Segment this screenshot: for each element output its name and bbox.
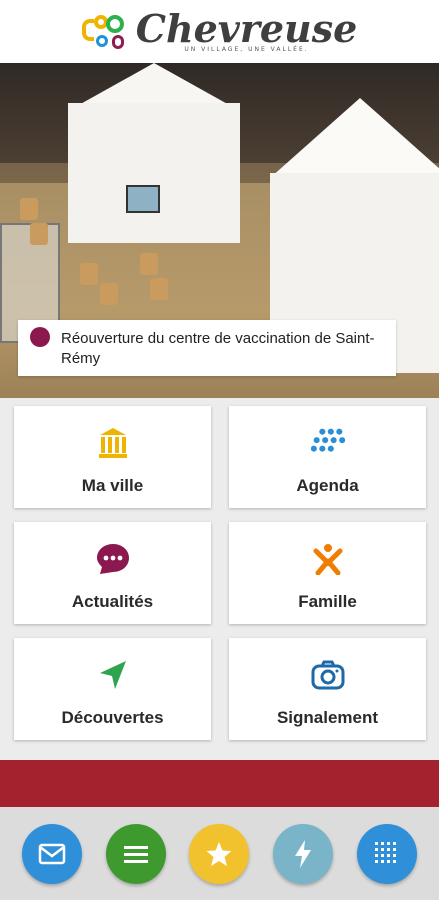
person-icon: [311, 542, 345, 576]
nav-menu-button[interactable]: [105, 823, 166, 884]
tile-ma-ville[interactable]: Ma ville: [14, 406, 211, 508]
caption-text: Réouverture du centre de vaccination de …: [61, 330, 375, 367]
chat-bubble-icon: [96, 542, 130, 576]
tile-decouvertes[interactable]: Découvertes: [14, 638, 211, 740]
tile-label: Agenda: [296, 476, 359, 495]
nav-alerts-button[interactable]: [273, 823, 334, 884]
caption-bullet: [30, 327, 50, 347]
logo-icon: [81, 9, 128, 55]
nav-apps-button[interactable]: [357, 823, 418, 884]
app-header: Chevreuse UN VILLAGE, UNE VALLÉE.: [0, 0, 439, 63]
brand-tagline: UN VILLAGE, UNE VALLÉE.: [184, 46, 309, 53]
bottom-nav: [0, 807, 439, 900]
lightning-icon: [295, 839, 312, 868]
tile-signalement[interactable]: Signalement: [229, 638, 426, 740]
brand-name: Chevreuse: [135, 6, 358, 51]
camera-icon: [311, 658, 345, 692]
logo[interactable]: Chevreuse UN VILLAGE, UNE VALLÉE.: [135, 6, 358, 54]
tile-agenda[interactable]: Agenda: [229, 406, 426, 508]
nav-mail-button[interactable]: [21, 823, 82, 884]
grid-icon: [375, 841, 397, 863]
tile-famille[interactable]: Famille: [229, 522, 426, 624]
hero-banner[interactable]: Réouverture du centre de vaccination de …: [0, 63, 439, 398]
accent-band: [0, 760, 439, 807]
tile-label: Découvertes: [61, 708, 164, 727]
nav-favorites-button[interactable]: [189, 823, 250, 884]
tile-actualites[interactable]: Actualités: [14, 522, 211, 624]
dots-grid-icon: [310, 426, 345, 460]
menu-icon: [123, 845, 148, 863]
navigation-arrow-icon: [96, 658, 130, 692]
tile-label: Ma ville: [81, 476, 144, 495]
menu-grid: Ma ville Agenda Actualités Famille Décou…: [0, 398, 439, 760]
mail-icon: [38, 843, 66, 864]
tile-label: Famille: [298, 592, 357, 611]
star-icon: [206, 841, 232, 866]
tile-label: Signalement: [276, 708, 379, 727]
town-hall-icon: [96, 426, 130, 460]
tile-label: Actualités: [71, 592, 154, 611]
news-caption[interactable]: Réouverture du centre de vaccination de …: [18, 320, 396, 376]
